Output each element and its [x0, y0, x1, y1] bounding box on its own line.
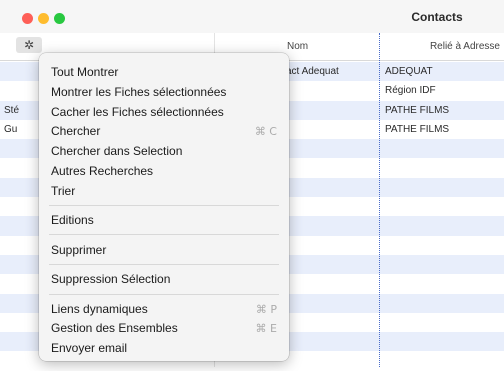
menu-item-gestion-ensembles[interactable]: Gestion des Ensembles: [51, 321, 178, 335]
shortcut-gestion-ensembles: ⌘ E: [255, 322, 277, 335]
cell-adresse: ADEQUAT: [385, 66, 433, 77]
cell-nom: act Adequat: [286, 66, 339, 77]
menu-item-supprimer[interactable]: Supprimer: [51, 243, 106, 257]
menu-item-cacher-selection[interactable]: Cacher les Fiches sélectionnées: [51, 105, 224, 119]
menu-separator: [49, 205, 279, 206]
menu-item-envoyer-email[interactable]: Envoyer email: [51, 341, 127, 355]
zoom-window-button[interactable]: [54, 13, 65, 24]
menu-separator: [49, 234, 279, 235]
menu-separator: [49, 294, 279, 295]
cell-left: Gu: [4, 123, 18, 135]
menu-item-autres-recherches[interactable]: Autres Recherches: [51, 164, 153, 178]
menu-item-trier[interactable]: Trier: [51, 184, 75, 198]
shortcut-chercher: ⌘ C: [254, 125, 277, 138]
menu-item-chercher[interactable]: Chercher: [51, 124, 100, 138]
column-header-relie-adresse[interactable]: Relié à Adresse: [400, 41, 500, 52]
column-divider: [379, 33, 381, 367]
cell-left: Sté: [4, 104, 20, 116]
menu-item-editions[interactable]: Editions: [51, 213, 94, 227]
menu-item-suppression-selection[interactable]: Suppression Sélection: [51, 272, 170, 286]
minimize-window-button[interactable]: [38, 13, 49, 24]
cell-adresse: PATHE FILMS: [385, 123, 450, 135]
actions-context-menu: Tout Montrer Montrer les Fiches sélectio…: [39, 53, 289, 361]
menu-item-montrer-selection[interactable]: Montrer les Fiches sélectionnées: [51, 85, 226, 99]
column-header-nom[interactable]: Nom: [287, 41, 308, 52]
menu-item-tout-montrer[interactable]: Tout Montrer: [51, 65, 118, 79]
window-title: Contacts: [411, 10, 463, 24]
cell-adresse: PATHE FILMS: [385, 104, 450, 116]
title-bar: Contacts: [0, 0, 504, 33]
gear-icon[interactable]: ✲: [16, 37, 42, 53]
close-window-button[interactable]: [22, 13, 33, 24]
cell-adresse: Région IDF: [385, 85, 436, 97]
menu-item-chercher-dans-selection[interactable]: Chercher dans Selection: [51, 144, 182, 158]
shortcut-liens-dynamiques: ⌘ P: [255, 303, 277, 316]
menu-separator: [49, 264, 279, 265]
menu-item-liens-dynamiques[interactable]: Liens dynamiques: [51, 302, 148, 316]
